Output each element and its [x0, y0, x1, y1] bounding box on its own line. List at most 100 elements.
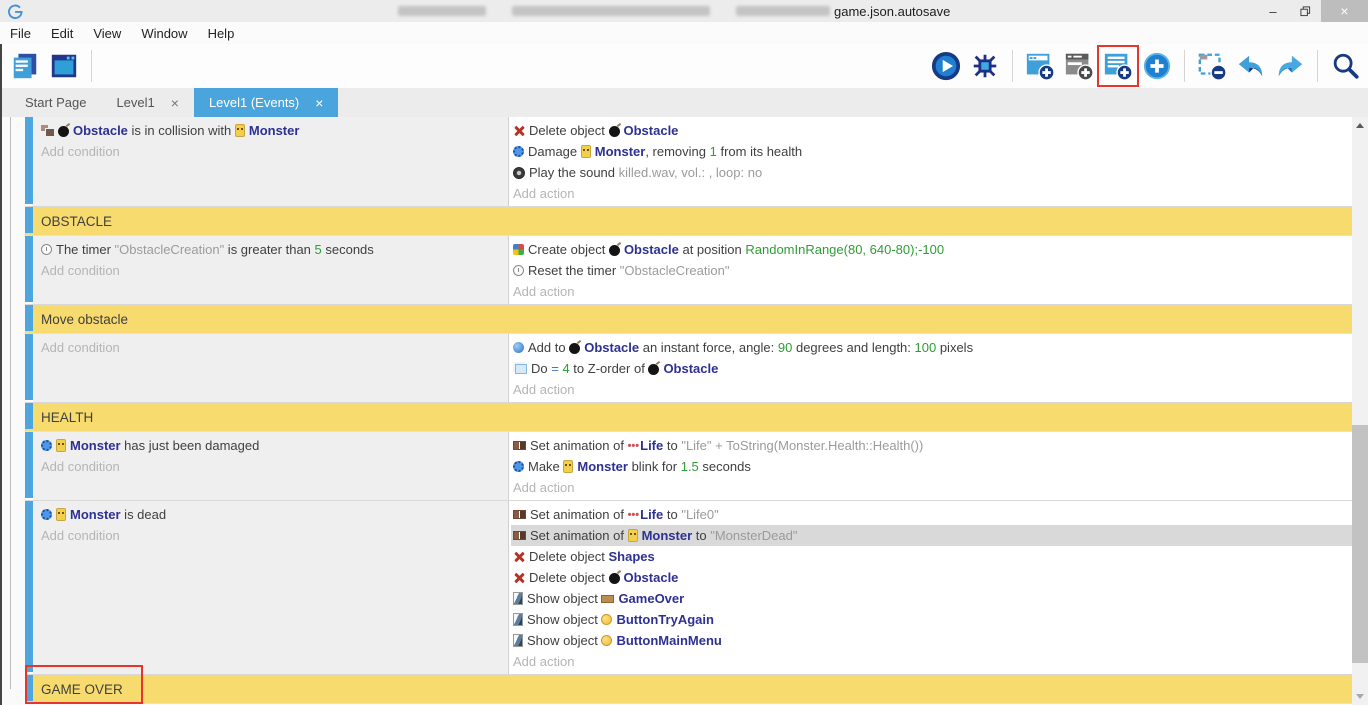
- delete-icon: [513, 125, 525, 137]
- action-line[interactable]: Delete object Shapes: [511, 546, 1352, 567]
- add-action-link[interactable]: Add action: [511, 477, 1352, 498]
- plain-text: to: [663, 438, 681, 453]
- redacted-text-block: [398, 6, 486, 16]
- string-text: "ObstacleCreation": [115, 242, 225, 257]
- menu-edit[interactable]: Edit: [41, 22, 83, 44]
- object-name: Monster: [642, 528, 693, 543]
- add-action-link[interactable]: Add action: [511, 281, 1352, 302]
- comment-text: OBSTACLE: [33, 214, 112, 229]
- condition-line[interactable]: Monster is dead: [39, 504, 508, 525]
- action-line[interactable]: Create object Obstacle at position Rando…: [511, 239, 1352, 260]
- action-line[interactable]: Damage Monster, removing 1 from its heal…: [511, 141, 1352, 162]
- comment-row-move-obstacle[interactable]: Move obstacle: [25, 305, 1352, 334]
- add-condition-link[interactable]: Add condition: [39, 260, 508, 281]
- plain-text: is greater than: [224, 242, 314, 257]
- restore-button[interactable]: [1289, 0, 1321, 22]
- debug-icon[interactable]: [968, 49, 1002, 83]
- object-name: ButtonMainMenu: [616, 633, 721, 648]
- object-name: Obstacle: [584, 340, 639, 355]
- object-name: Life: [640, 438, 663, 453]
- action-line[interactable]: Show object GameOver: [511, 588, 1352, 609]
- plain-text: at position: [679, 242, 746, 257]
- monster-icon: [56, 508, 66, 521]
- toolbar-separator: [1012, 50, 1013, 82]
- plain-text: Do: [531, 361, 551, 376]
- tab-start-page[interactable]: Start Page: [10, 88, 101, 117]
- plain-text: from its health: [717, 144, 802, 159]
- action-line[interactable]: Delete object Obstacle: [511, 567, 1352, 588]
- delete-selection-icon[interactable]: [1195, 49, 1229, 83]
- operator-text: =: [551, 361, 562, 376]
- window-title-group: game.json.autosave: [398, 0, 950, 22]
- action-line[interactable]: Do = 4 to Z-order of Obstacle: [511, 358, 1352, 379]
- action-line[interactable]: Show object ButtonMainMenu: [511, 630, 1352, 651]
- add-action-link[interactable]: Add action: [511, 183, 1352, 204]
- plain-text: to: [663, 507, 681, 522]
- tab-close-icon[interactable]: ×: [315, 95, 323, 111]
- delete-icon: [513, 551, 525, 563]
- action-line[interactable]: Play the sound killed.wav, vol.: , loop:…: [511, 162, 1352, 183]
- condition-line[interactable]: Monster has just been damaged: [39, 435, 508, 456]
- show-icon: [513, 634, 523, 647]
- gdevelop-logo-icon: [6, 2, 24, 20]
- condition-line[interactable]: Obstacle is in collision with Monster: [39, 120, 508, 141]
- search-icon[interactable]: [1328, 49, 1362, 83]
- damage-icon: [513, 146, 524, 157]
- events-editor: Obstacle is in collision with MonsterAdd…: [0, 117, 1368, 705]
- scroll-up-arrow-icon[interactable]: [1352, 117, 1368, 134]
- menu-file[interactable]: File: [8, 22, 41, 44]
- object-name: Obstacle: [663, 361, 718, 376]
- condition-line[interactable]: The timer "ObstacleCreation" is greater …: [39, 239, 508, 260]
- plain-text: is dead: [121, 507, 167, 522]
- action-line[interactable]: Set animation of Monster to "MonsterDead…: [511, 525, 1352, 546]
- plain-text: Reset the timer: [528, 263, 620, 278]
- tab-level1-events[interactable]: Level1 (Events)×: [194, 88, 339, 117]
- plain-text: Delete object: [529, 123, 609, 138]
- animation-icon: [513, 510, 526, 519]
- vertical-scrollbar[interactable]: [1352, 117, 1368, 705]
- action-line[interactable]: Show object ButtonTryAgain: [511, 609, 1352, 630]
- add-condition-link[interactable]: Add condition: [39, 141, 508, 162]
- comment-row-health[interactable]: HEALTH: [25, 403, 1352, 432]
- add-action-link[interactable]: Add action: [511, 651, 1352, 672]
- play-icon[interactable]: [929, 49, 963, 83]
- scene-editor-icon[interactable]: [47, 49, 81, 83]
- conditions-column: Add condition: [33, 334, 508, 402]
- redo-icon[interactable]: [1273, 49, 1307, 83]
- menu-help[interactable]: Help: [198, 22, 245, 44]
- comment-text: Move obstacle: [33, 312, 128, 327]
- close-button[interactable]: ×: [1321, 0, 1368, 22]
- action-line[interactable]: Make Monster blink for 1.5 seconds: [511, 456, 1352, 477]
- bomb-icon: [609, 126, 620, 137]
- minimize-button[interactable]: –: [1257, 0, 1289, 22]
- new-scene-icon[interactable]: [1023, 49, 1057, 83]
- comment-row-obstacle[interactable]: OBSTACLE: [25, 207, 1352, 236]
- tab-close-icon[interactable]: ×: [171, 95, 179, 111]
- monster-icon: [235, 124, 245, 137]
- action-line[interactable]: Set animation of •••Life to "Life0": [511, 504, 1352, 525]
- add-icon[interactable]: [1140, 49, 1174, 83]
- add-condition-link[interactable]: Add condition: [39, 456, 508, 477]
- scroll-down-arrow-icon[interactable]: [1352, 688, 1368, 705]
- comment-row-game-over[interactable]: GAME OVER: [25, 675, 1352, 704]
- delete-icon: [513, 572, 525, 584]
- action-line[interactable]: Add to Obstacle an instant force, angle:…: [511, 337, 1352, 358]
- add-condition-link[interactable]: Add condition: [39, 337, 508, 358]
- scrollbar-thumb[interactable]: [1352, 425, 1368, 663]
- action-line[interactable]: Delete object Obstacle: [511, 120, 1352, 141]
- redacted-text-block: [512, 6, 710, 16]
- window-controls: – ×: [1257, 0, 1368, 22]
- events-sheet-icon[interactable]: [8, 49, 42, 83]
- new-event-icon[interactable]: [1101, 49, 1135, 83]
- add-action-link[interactable]: Add action: [511, 379, 1352, 400]
- animation-icon: [513, 441, 526, 450]
- bomb-icon: [569, 343, 580, 354]
- add-condition-link[interactable]: Add condition: [39, 525, 508, 546]
- menu-window[interactable]: Window: [131, 22, 197, 44]
- action-line[interactable]: Reset the timer "ObstacleCreation": [511, 260, 1352, 281]
- menu-view[interactable]: View: [83, 22, 131, 44]
- new-external-events-icon[interactable]: [1062, 49, 1096, 83]
- action-line[interactable]: Set animation of •••Life to "Life" + ToS…: [511, 435, 1352, 456]
- undo-icon[interactable]: [1234, 49, 1268, 83]
- tab-level1[interactable]: Level1×: [101, 88, 194, 117]
